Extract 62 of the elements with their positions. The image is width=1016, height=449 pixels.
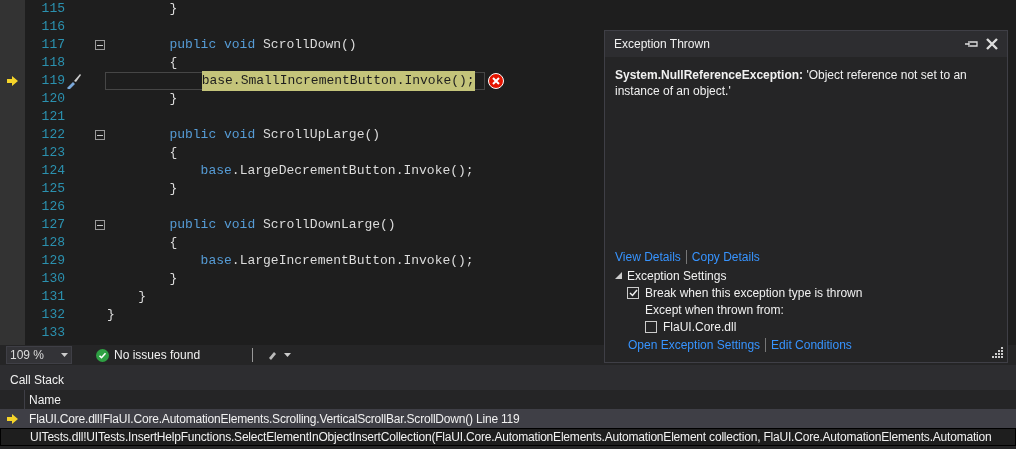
line-number: 132	[40, 306, 65, 325]
code-line: {	[168, 234, 178, 252]
code-line: public void ScrollUpLarge()	[168, 126, 381, 144]
code-line: }	[168, 90, 178, 108]
call-stack-row[interactable]: FlaUI.Core.dll!FlaUI.Core.AutomationElements.Scrolling.VerticalScrollBar.ScrollDown() Line 119	[0, 410, 1016, 428]
line-number: 129	[40, 252, 65, 271]
line-number: 128	[40, 234, 65, 253]
code-line: }	[168, 270, 178, 288]
except-label: Except when thrown from:	[645, 301, 784, 319]
code-line: base.LargeIncrementButton.Invoke();	[199, 252, 474, 270]
call-stack-entry: FlaUI.Core.dll!FlaUI.Core.AutomationElements.Scrolling.VerticalScrollBar.ScrollDown() Line 119	[29, 411, 520, 428]
line-number: 116	[40, 18, 65, 37]
resize-grip-icon[interactable]	[992, 347, 1003, 358]
checkbox-label[interactable]: FlaUI.Core.dll	[663, 317, 737, 336]
zoom-dropdown[interactable]: 109 %	[6, 346, 72, 364]
close-icon[interactable]	[986, 38, 998, 50]
link[interactable]: Edit Conditions	[771, 336, 852, 354]
line-number: 122	[40, 126, 65, 145]
code-line: {	[168, 54, 178, 72]
brush-icon[interactable]	[66, 73, 82, 89]
expand-triangle-icon[interactable]	[615, 272, 622, 279]
code-line: }	[137, 288, 146, 306]
code-line: }	[168, 0, 178, 18]
line-number: 133	[40, 324, 65, 343]
line-number: 127	[40, 216, 65, 235]
issues-status[interactable]: No issues found	[114, 346, 201, 364]
checkbox[interactable]	[627, 286, 639, 299]
fold-toggle-icon[interactable]	[95, 130, 105, 140]
popup-title: Exception Thrown	[614, 36, 711, 53]
line-number: 115	[40, 0, 65, 19]
line-number: 118	[40, 54, 65, 73]
check-circle-icon	[96, 348, 109, 362]
line-number: 117	[40, 36, 65, 55]
caret-icon	[61, 353, 68, 357]
fold-toggle-icon[interactable]	[95, 220, 105, 230]
code-line: {	[168, 144, 178, 162]
panel-title: Call Stack	[10, 372, 65, 389]
fold-toggle-icon[interactable]	[95, 40, 105, 50]
line-number: 126	[40, 198, 65, 217]
line-number: 131	[40, 288, 65, 307]
column-header[interactable]: Name	[29, 390, 61, 409]
line-number: 120	[40, 90, 65, 109]
settings-heading: Exception Settings	[627, 267, 727, 285]
exception-message: System.NullReferenceException: 'Object reference not set to an instance of an object.'	[614, 67, 968, 100]
line-number: 119	[40, 72, 65, 91]
line-number: 125	[40, 180, 65, 199]
line-number: 130	[40, 270, 65, 289]
line-number: 123	[40, 144, 65, 163]
code-line: base.LargeDecrementButton.Invoke();	[199, 162, 474, 180]
line-number: 121	[40, 108, 65, 127]
code-line: }	[168, 180, 178, 198]
brush-icon[interactable]	[267, 350, 292, 360]
checkbox-label[interactable]: Break when this exception type is thrown	[645, 283, 863, 302]
code-line: }	[107, 306, 115, 324]
code-line: public void ScrollDown()	[168, 36, 357, 54]
link[interactable]: Open Exception Settings	[628, 336, 761, 354]
line-number: 124	[40, 162, 65, 181]
link[interactable]: Copy Details	[691, 248, 760, 266]
pin-icon[interactable]	[965, 40, 978, 48]
code-line: public void ScrollDownLarge()	[168, 216, 396, 234]
link[interactable]: View Details	[615, 248, 681, 266]
checkbox[interactable]	[645, 320, 657, 333]
